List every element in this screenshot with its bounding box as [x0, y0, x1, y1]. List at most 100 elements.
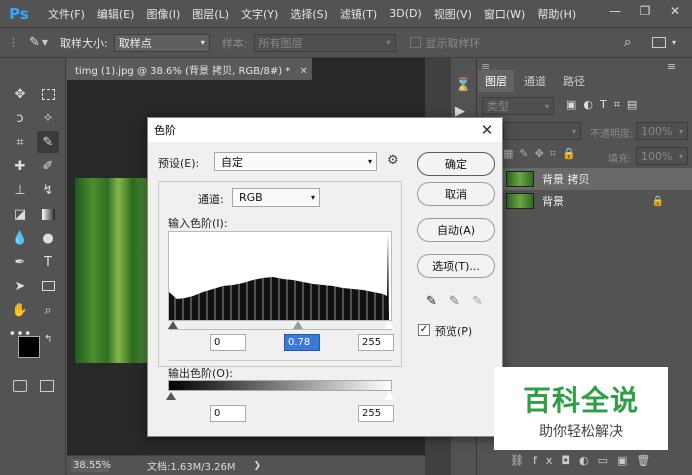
menu-view[interactable]: 视图(V) [434, 6, 472, 22]
magic-wand-icon[interactable]: ✧ [37, 107, 59, 129]
document-tab-title: timg (1).jpg @ 38.6% (背景 拷贝, RGB/8#) * [75, 66, 291, 77]
workspace-icon[interactable] [652, 37, 666, 48]
show-ring-label: 显示取样环 [425, 36, 481, 50]
panel-menu-icon[interactable]: ≡ [667, 60, 676, 73]
menu-type[interactable]: 文字(Y) [241, 6, 278, 22]
menu-layer[interactable]: 图层(L) [192, 6, 229, 22]
zoom-tool-icon[interactable]: ⌕ [37, 299, 59, 321]
menu-file[interactable]: 文件(F) [48, 6, 85, 22]
menu-3d[interactable]: 3D(D) [389, 7, 422, 20]
quick-mask-icon[interactable] [13, 380, 27, 392]
lock-icon: 🔒 [651, 195, 664, 207]
pen-tool-icon[interactable]: ✒ [9, 251, 31, 273]
menu-window[interactable]: 窗口(W) [484, 6, 525, 22]
screen-mode-icon[interactable] [40, 380, 54, 392]
crop-tool-icon[interactable]: ⌗ [9, 131, 31, 153]
sample-select[interactable]: 所有图层 ▾ [253, 33, 396, 52]
auto-button[interactable]: 自动(A) [417, 218, 495, 242]
chevron-down-icon: ▾ [367, 157, 372, 166]
channel-label: 通道: [198, 193, 224, 206]
chevron-right-icon[interactable]: ❯ [254, 461, 262, 471]
dodge-tool-icon[interactable]: ● [37, 227, 59, 249]
blend-mode-select[interactable]: ▾ [503, 122, 581, 140]
kind-label: 类型 [487, 100, 509, 113]
layer-filter-icons[interactable]: ▣◐T⌗▤ [566, 98, 644, 112]
opacity-input[interactable]: 100% ▾ [636, 122, 688, 140]
input-gamma-field[interactable]: 0.78 [284, 334, 320, 351]
eraser-tool-icon[interactable]: ◪ [9, 203, 31, 225]
sample-size-select[interactable]: 取样点 ▾ [113, 33, 210, 52]
tab-paths[interactable]: 路径 [556, 70, 592, 92]
chevron-down-icon[interactable]: ▾ [672, 38, 676, 47]
cancel-button[interactable]: 取消 [417, 182, 495, 206]
clone-stamp-icon[interactable]: ⊥ [9, 179, 31, 201]
minimize-icon[interactable]: — [600, 0, 630, 22]
preview-label: 预览(P) [435, 325, 473, 338]
close-icon[interactable]: ✕ [478, 121, 496, 139]
lasso-tool-icon[interactable]: ↄ [9, 107, 31, 129]
black-eyedropper-icon[interactable]: ✎ [426, 294, 437, 309]
lock-icons[interactable]: ▦✎✥⌗🔒 [503, 147, 582, 161]
input-black-field[interactable]: 0 [210, 334, 246, 351]
chevron-down-icon[interactable]: ▼ [42, 38, 48, 47]
fill-input[interactable]: 100% ▾ [636, 147, 688, 165]
close-window-icon[interactable]: ✕ [660, 0, 690, 22]
layer-thumbnail [506, 171, 534, 187]
output-white-slider[interactable] [384, 392, 394, 400]
menu-edit[interactable]: 编辑(E) [97, 6, 135, 22]
channel-select[interactable]: RGB ▾ [232, 188, 320, 207]
input-white-field[interactable]: 255 [358, 334, 394, 351]
chevron-down-icon: ▾ [200, 38, 205, 47]
marquee-tool-icon[interactable] [37, 83, 59, 105]
history-panel-icon[interactable]: ⌛ [455, 78, 471, 93]
shape-tool-icon[interactable] [37, 275, 59, 297]
options-button[interactable]: 选项(T)... [417, 254, 495, 278]
foreground-color-swatch[interactable] [18, 336, 40, 358]
layer-footer-icons[interactable]: ⛓fx◘◐▭▣🗑 [510, 454, 659, 467]
hand-tool-icon[interactable]: ✋ [9, 299, 31, 321]
menu-image[interactable]: 图像(I) [146, 6, 180, 22]
healing-brush-icon[interactable]: ✚ [9, 155, 31, 177]
path-selection-icon[interactable]: ➤ [9, 275, 31, 297]
menu-help[interactable]: 帮助(H) [537, 6, 576, 22]
restore-icon[interactable]: ❐ [630, 0, 660, 22]
type-tool-icon[interactable]: T [37, 251, 59, 273]
brush-tool-icon[interactable]: ✐ [37, 155, 59, 177]
ok-button[interactable]: 确定 [417, 152, 495, 176]
layer-row[interactable]: 背景 🔒 [500, 190, 692, 212]
doc-info: 文档:1.63M/3.26M [147, 462, 236, 473]
input-levels-label: 输入色阶(I): [168, 217, 228, 230]
input-black-slider[interactable] [168, 321, 178, 329]
move-tool-icon[interactable]: ✥ [9, 83, 31, 105]
output-white-field[interactable]: 255 [358, 405, 394, 422]
menu-filter[interactable]: 滤镜(T) [340, 6, 377, 22]
history-brush-icon[interactable]: ↯ [37, 179, 59, 201]
preset-select[interactable]: 自定 ▾ [214, 152, 377, 171]
input-white-slider[interactable] [384, 321, 394, 329]
tab-layers[interactable]: 图层 [478, 70, 514, 92]
layer-row[interactable]: 背景 拷贝 [500, 168, 692, 190]
preview-checkbox[interactable]: ✓ [418, 324, 430, 336]
search-icon[interactable]: ⌕ [624, 35, 631, 50]
swap-colors-icon[interactable]: ↰ [44, 334, 52, 345]
gray-eyedropper-icon[interactable]: ✎ [449, 294, 460, 309]
document-tab[interactable]: timg (1).jpg @ 38.6% (背景 拷贝, RGB/8#) * ✕ [67, 58, 312, 80]
eyedropper-tool-icon[interactable]: ✎ [37, 131, 59, 153]
fill-value: 100% [641, 149, 673, 163]
tab-channels[interactable]: 通道 [516, 70, 554, 92]
layer-kind-filter[interactable]: 类型 ▾ [482, 97, 554, 115]
input-gamma-slider[interactable] [293, 321, 303, 329]
dialog-titlebar: 色阶 [148, 118, 502, 142]
blur-tool-icon[interactable]: 💧 [9, 227, 31, 249]
menu-select[interactable]: 选择(S) [290, 6, 328, 22]
close-tab-icon[interactable]: ✕ [299, 66, 307, 77]
zoom-level[interactable]: 38.55% [71, 459, 111, 472]
canvas-image[interactable] [75, 178, 147, 363]
gradient-tool-icon[interactable] [37, 203, 59, 225]
white-eyedropper-icon[interactable]: ✎ [472, 294, 483, 309]
show-ring-checkbox[interactable] [409, 37, 421, 48]
eyedropper-tool-icon[interactable]: ✎ [29, 35, 40, 50]
output-black-slider[interactable] [166, 392, 176, 400]
preset-gear-icon[interactable]: ⚙ [387, 153, 399, 168]
output-black-field[interactable]: 0 [210, 405, 246, 422]
